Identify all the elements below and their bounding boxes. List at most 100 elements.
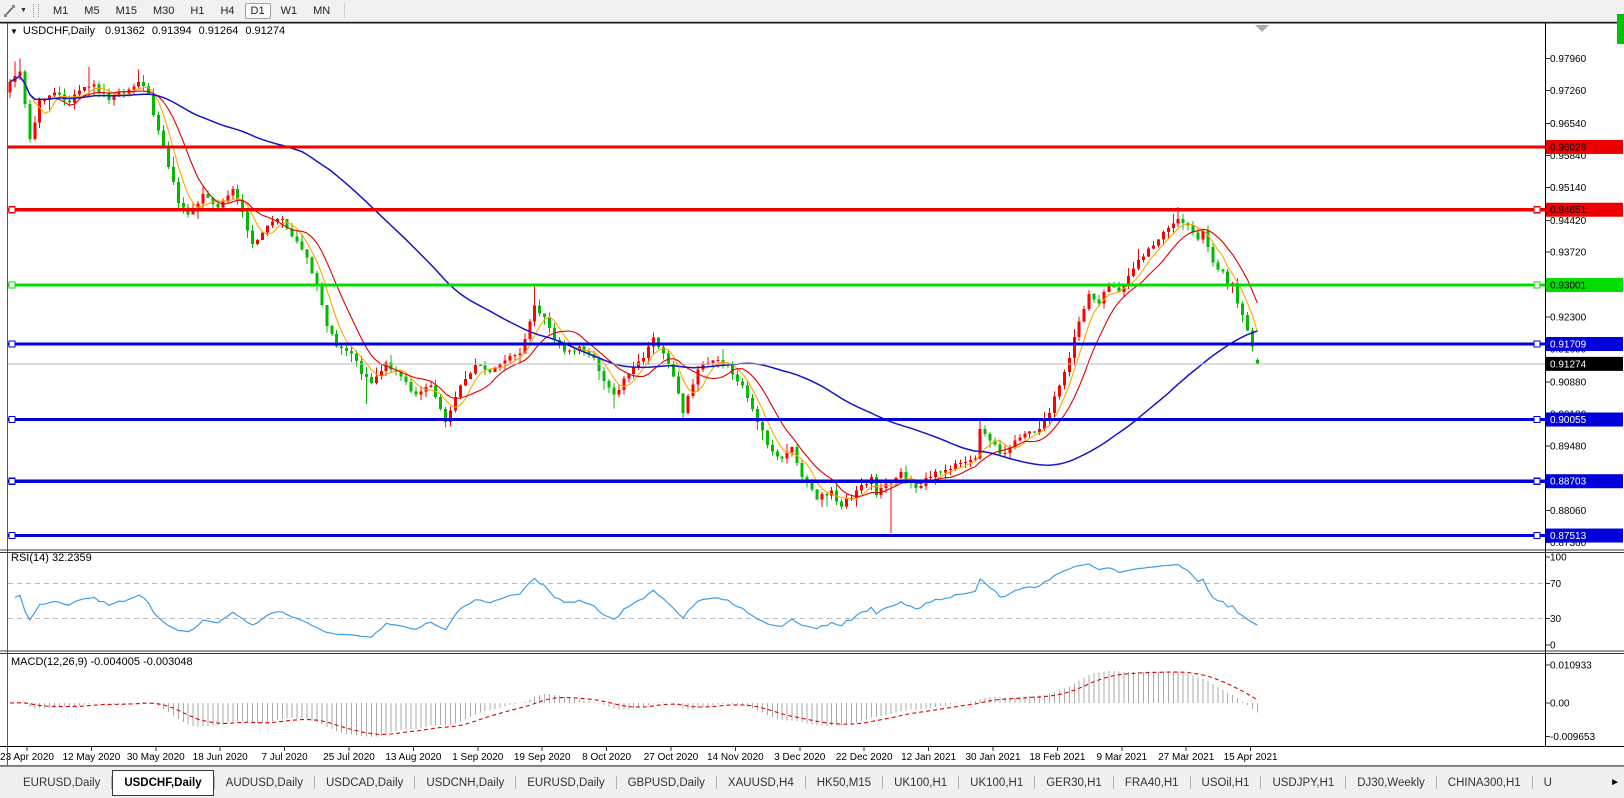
timeframe-button-m1[interactable]: M1 (47, 3, 74, 19)
timeframe-toolbar: M1M5 M15M30H1H4 D1W1MN (45, 3, 338, 19)
hline-0.88703[interactable] (8, 478, 1545, 484)
svg-text:27 Oct 2020: 27 Oct 2020 (644, 752, 699, 763)
rsi-level-lines (8, 583, 1545, 618)
tab-usdcnh-daily[interactable]: USDCNH,Daily (415, 772, 515, 794)
tab-usdchf-daily[interactable]: USDCHF,Daily (112, 770, 213, 796)
rsi-indicator-label: RSI(14) 32.2359 (11, 552, 92, 564)
svg-text:23 Apr 2020: 23 Apr 2020 (0, 752, 54, 763)
chart-title: ▼ USDCHF,Daily 0.91362 0.91394 0.91264 0… (10, 25, 292, 37)
svg-text:0.00: 0.00 (1550, 699, 1570, 710)
tab-partial[interactable]: U (1533, 772, 1563, 794)
price-label-0.91709: 0.91709 (1546, 337, 1623, 351)
hline-0.87513[interactable] (8, 533, 1545, 539)
ohlc-low: 0.91264 (199, 25, 239, 37)
timeframe-button-w1[interactable]: W1 (275, 3, 304, 19)
price-label-0.88703: 0.88703 (1546, 474, 1623, 488)
tab-eurusd-daily[interactable]: EURUSD,Daily (516, 772, 615, 794)
timeframe-button-m30[interactable]: M30 (147, 3, 180, 19)
svg-text:30 May 2020: 30 May 2020 (127, 752, 185, 763)
svg-text:7 Jul 2020: 7 Jul 2020 (262, 752, 309, 763)
tab-hk50-m15[interactable]: HK50,M15 (806, 772, 882, 794)
hline-0.91709[interactable] (8, 341, 1545, 347)
svg-text:8 Oct 2020: 8 Oct 2020 (582, 752, 631, 763)
tab-uk100-h1[interactable]: UK100,H1 (959, 772, 1034, 794)
svg-text:0.87513: 0.87513 (1550, 531, 1587, 542)
toolbar: ▼ M1M5 M15M30H1H4 D1W1MN (0, 0, 1624, 22)
timeframe-button-m5[interactable]: M5 (78, 3, 105, 19)
svg-text:-0.009653: -0.009653 (1550, 732, 1595, 743)
chart-title-symbol: USDCHF,Daily (23, 25, 95, 37)
chart-shift-marker[interactable] (1255, 25, 1269, 32)
svg-text:0.93001: 0.93001 (1550, 281, 1587, 292)
svg-text:18 Jun 2020: 18 Jun 2020 (193, 752, 248, 763)
macd-axis-labels: 0.010933 0.00 -0.009653 (1546, 661, 1595, 744)
svg-text:70: 70 (1550, 579, 1562, 590)
svg-text:0.91274: 0.91274 (1550, 359, 1587, 370)
svg-text:30 Jan 2021: 30 Jan 2021 (965, 752, 1020, 763)
timeframe-button-h4[interactable]: H4 (214, 3, 240, 19)
tab-dj30-weekly[interactable]: DJ30,Weekly (1346, 772, 1436, 794)
chart-tab-bar: EURUSD,DailyUSDCHF,DailyAUDUSD,DailyUSDC… (0, 766, 1624, 798)
date-axis-labels: 23 Apr 2020 12 May 2020 30 May 2020 18 Jun … (0, 747, 1278, 763)
svg-text:12 May 2020: 12 May 2020 (62, 752, 120, 763)
svg-text:13 Aug 2020: 13 Aug 2020 (385, 752, 442, 763)
tab-usdcad-daily[interactable]: USDCAD,Daily (315, 772, 414, 794)
timeframe-button-m15[interactable]: M15 (110, 3, 143, 19)
svg-text:22 Dec 2020: 22 Dec 2020 (836, 752, 893, 763)
scrollbar-fragment (1617, 14, 1624, 44)
macd-histogram (10, 671, 1257, 737)
tab-uk100-h1[interactable]: UK100,H1 (883, 772, 958, 794)
chevron-down-icon[interactable]: ▼ (20, 7, 27, 14)
tab-usdjpy-h1[interactable]: USDJPY,H1 (1261, 772, 1345, 794)
hline-0.94651[interactable] (8, 207, 1545, 213)
hline-0.93001[interactable] (8, 282, 1545, 288)
tab-china300-h1[interactable]: CHINA300,H1 (1437, 772, 1532, 794)
svg-text:0.92300: 0.92300 (1550, 313, 1587, 324)
ma-slow-line (10, 76, 1257, 465)
svg-text:1 Sep 2020: 1 Sep 2020 (452, 752, 504, 763)
rsi-line (15, 564, 1258, 637)
symbol-dropdown-icon[interactable]: ▼ (10, 27, 18, 36)
rsi-axis-labels: 10070300 (1546, 553, 1567, 652)
tab-eurusd-daily[interactable]: EURUSD,Daily (12, 772, 111, 794)
tab-usoil-h1[interactable]: USOil,H1 (1191, 772, 1261, 794)
tab-scroll-right-icon[interactable]: ► (1610, 777, 1620, 788)
hline-0.90055[interactable] (8, 417, 1545, 423)
price-label-0.93001: 0.93001 (1546, 278, 1623, 292)
svg-text:25 Jul 2020: 25 Jul 2020 (323, 752, 375, 763)
candlestick-series (9, 59, 1259, 533)
svg-text:14 Nov 2020: 14 Nov 2020 (707, 752, 764, 763)
svg-text:0.95140: 0.95140 (1550, 183, 1587, 194)
ma-fast-line (10, 76, 1257, 499)
tab-audusd-daily[interactable]: AUDUSD,Daily (215, 772, 314, 794)
price-label-0.87513: 0.87513 (1546, 529, 1623, 543)
timeframe-button-d1[interactable]: D1 (245, 3, 271, 19)
ohlc-high: 0.91394 (152, 25, 192, 37)
ohlc-open: 0.91362 (105, 25, 145, 37)
crosshair-tool-icon[interactable]: ▼ (2, 2, 28, 20)
timeframe-button-h1[interactable]: H1 (184, 3, 210, 19)
toolbar-separator (344, 3, 345, 18)
svg-text:100: 100 (1550, 553, 1567, 564)
svg-text:12 Jan 2021: 12 Jan 2021 (901, 752, 956, 763)
svg-text:9 Mar 2021: 9 Mar 2021 (1097, 752, 1148, 763)
crosshair-tool-glyph (2, 3, 18, 19)
svg-text:0.010933: 0.010933 (1550, 661, 1592, 672)
svg-text:19 Sep 2020: 19 Sep 2020 (514, 752, 571, 763)
ohlc-close: 0.91274 (245, 25, 285, 37)
timeframe-button-mn[interactable]: MN (307, 3, 336, 19)
toolbar-grip[interactable] (33, 4, 39, 17)
tab-fra40-h1[interactable]: FRA40,H1 (1114, 772, 1190, 794)
price-label-0.94651: 0.94651 (1546, 203, 1623, 217)
tab-xauusd-h4[interactable]: XAUUSD,H4 (717, 772, 805, 794)
svg-text:0.94420: 0.94420 (1550, 216, 1587, 227)
tab-ger30-h1[interactable]: GER30,H1 (1035, 772, 1113, 794)
macd-indicator-label: MACD(12,26,9) -0.004005 -0.003048 (11, 656, 193, 668)
chart-canvas[interactable]: 0.979600.972600.965400.958400.951400.944… (0, 0, 1624, 797)
svg-text:0.97960: 0.97960 (1550, 54, 1587, 65)
svg-text:30: 30 (1550, 614, 1562, 625)
svg-text:3 Dec 2020: 3 Dec 2020 (774, 752, 826, 763)
panel-borders (0, 23, 1624, 766)
svg-text:0.88060: 0.88060 (1550, 506, 1587, 517)
tab-gbpusd-daily[interactable]: GBPUSD,Daily (617, 772, 716, 794)
